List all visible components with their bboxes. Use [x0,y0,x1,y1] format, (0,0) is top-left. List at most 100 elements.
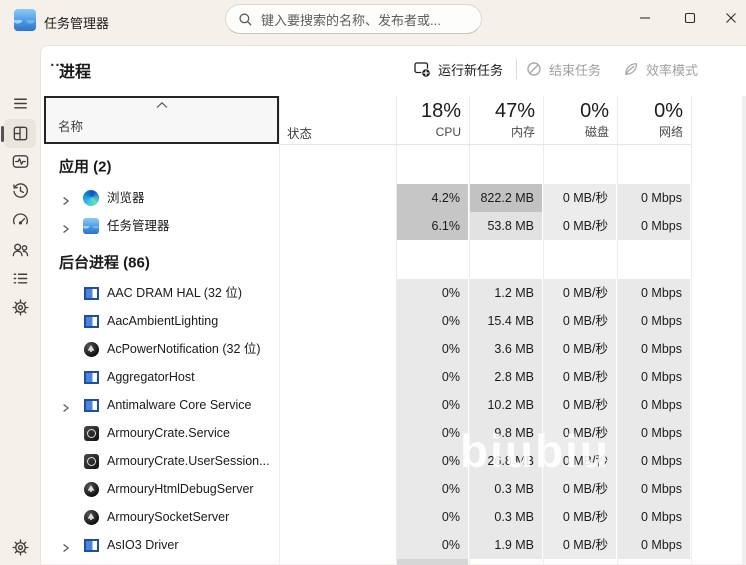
sidebar-menu-button[interactable] [4,90,36,116]
process-row[interactable]: AacAmbientLighting 0% 15.4 MB 0 MB/秒 0 M… [41,307,746,335]
network-total-value: 0% [617,98,683,124]
efficiency-mode-label: 效率模式 [646,60,698,79]
process-name: 任务管理器 [107,212,170,240]
sidebar-item-details[interactable] [4,265,36,291]
cpu-column-header[interactable]: 18% CPU [396,98,469,140]
run-new-task-label: 运行新任务 [438,60,503,79]
network-cell: 0 Mbps [618,503,690,531]
process-icon [83,285,99,301]
search-placeholder: 键入要搜索的名称、发布者或... [261,10,441,29]
expand-chevron-icon[interactable] [61,221,71,231]
process-icon [83,313,99,329]
users-icon [11,240,30,259]
cpu-cell: 0% [397,419,468,447]
sidebar-item-startup-apps[interactable] [4,206,36,232]
process-row[interactable]: AggregatorHost 0% 2.8 MB 0 MB/秒 0 Mbps [41,363,746,391]
run-new-task-button[interactable]: 运行新任务 [413,55,503,83]
network-column-label: 网络 [617,124,683,140]
process-icon [83,341,99,357]
network-cell: 0 Mbps [618,335,690,363]
process-name: ArmourySocketServer [107,503,229,531]
disk-cell: 0 MB/秒 [544,184,616,212]
network-cell: 0 Mbps [618,475,690,503]
cpu-cell: 0% [397,475,468,503]
search-input[interactable]: 键入要搜索的名称、发布者或... [225,4,482,34]
status-column-header[interactable]: 状态 [287,123,312,142]
name-column-header[interactable]: 名称 [44,96,279,144]
process-row[interactable]: 浏览器 4.2% 822.2 MB 0 MB/秒 0 Mbps [41,184,746,212]
network-cell: 0 Mbps [618,363,690,391]
disk-cell: 0 MB/秒 [544,279,616,307]
process-name: AsIO3 Driver [107,531,179,559]
cpu-cell: 0% [397,531,468,559]
process-row[interactable]: AsIO3 Driver 0% 1.9 MB 0 MB/秒 0 Mbps [41,531,746,559]
process-row[interactable]: ArmouryCrate.UserSession... 0% 26.8 MB 0… [41,447,746,475]
end-task-button[interactable]: 结束任务 [526,55,601,83]
cpu-cell: 0% [397,391,468,419]
maximize-button[interactable] [675,5,705,31]
sidebar-item-services[interactable] [4,294,36,320]
disk-column-header[interactable]: 0% 磁盘 [543,98,617,140]
process-icon [83,509,99,525]
group-header-label: 应用 (2) [59,156,112,177]
memory-cell: 9.8 MB [470,419,542,447]
cpu-column-label: CPU [396,124,461,140]
services-icon [11,298,30,317]
process-name: 浏览器 [107,184,145,212]
cpu-cell: 0% [397,447,468,475]
network-cell: 0 Mbps [618,212,690,240]
process-icon [83,369,99,385]
memory-column-header[interactable]: 47% 内存 [469,98,543,140]
sort-ascending-icon [155,101,169,109]
sidebar-item-users[interactable] [4,236,36,262]
disk-cell: 0 MB/秒 [544,391,616,419]
sidebar-item-processes[interactable] [4,120,36,146]
memory-cell: 822.2 MB [470,184,542,212]
process-row[interactable]: AAC DRAM HAL (32 位) 0% 1.2 MB 0 MB/秒 0 M… [41,279,746,307]
menu-icon [11,94,30,113]
disk-cell: 0 MB/秒 [544,475,616,503]
header-underline [279,144,691,145]
expand-chevron-icon[interactable] [61,193,71,203]
memory-cell: 3.6 MB [470,335,542,363]
process-row[interactable]: AcPowerNotification (32 位) 0% 3.6 MB 0 M… [41,335,746,363]
network-column-header[interactable]: 0% 网络 [617,98,691,140]
run-new-task-icon [413,60,431,78]
disk-cell: 0 MB/秒 [544,419,616,447]
disk-total-value: 0% [543,98,609,124]
minimize-button[interactable] [630,5,660,31]
cpu-cell: 4.2% [397,184,468,212]
window-title: 任务管理器 [44,13,109,32]
sidebar-item-performance[interactable] [4,148,36,174]
sidebar [0,40,40,564]
process-row[interactable]: ArmourySocketServer 0% 0.3 MB 0 MB/秒 0 M… [41,503,746,531]
disk-cell: 0 MB/秒 [544,335,616,363]
close-button[interactable] [716,5,746,31]
process-name: Antimalware Core Service [107,391,252,419]
group-header-row[interactable]: 应用 (2) [41,151,746,181]
expand-chevron-icon[interactable] [61,540,71,550]
process-icon [83,190,99,206]
memory-column-label: 内存 [469,124,535,140]
minimize-icon [639,12,651,24]
process-icon [83,537,99,553]
process-icon [83,218,99,234]
process-icon [83,397,99,413]
partial-row-cpu-cell [397,559,468,565]
expand-chevron-icon[interactable] [61,400,71,410]
memory-cell: 1.2 MB [470,279,542,307]
cpu-cell: 0% [397,363,468,391]
process-icon [83,481,99,497]
process-row[interactable]: Antimalware Core Service 0% 10.2 MB 0 MB… [41,391,746,419]
sidebar-item-app-history[interactable] [4,177,36,203]
cpu-cell: 0% [397,307,468,335]
disk-cell: 0 MB/秒 [544,212,616,240]
efficiency-mode-button[interactable]: 效率模式 [623,55,698,83]
process-row[interactable]: ArmouryHtmlDebugServer 0% 0.3 MB 0 MB/秒 … [41,475,746,503]
sidebar-settings-button[interactable] [4,534,36,560]
process-rows: 应用 (2) 浏览器 4.2% 822.2 MB 0 MB/秒 0 Mbps 任… [41,146,746,559]
group-header-row[interactable]: 后台进程 (86) [41,247,746,277]
process-row[interactable]: 任务管理器 6.1% 53.8 MB 0 MB/秒 0 Mbps [41,212,746,240]
process-row[interactable]: ArmouryCrate.Service 0% 9.8 MB 0 MB/秒 0 … [41,419,746,447]
process-name: ArmouryCrate.UserSession... [107,447,270,475]
